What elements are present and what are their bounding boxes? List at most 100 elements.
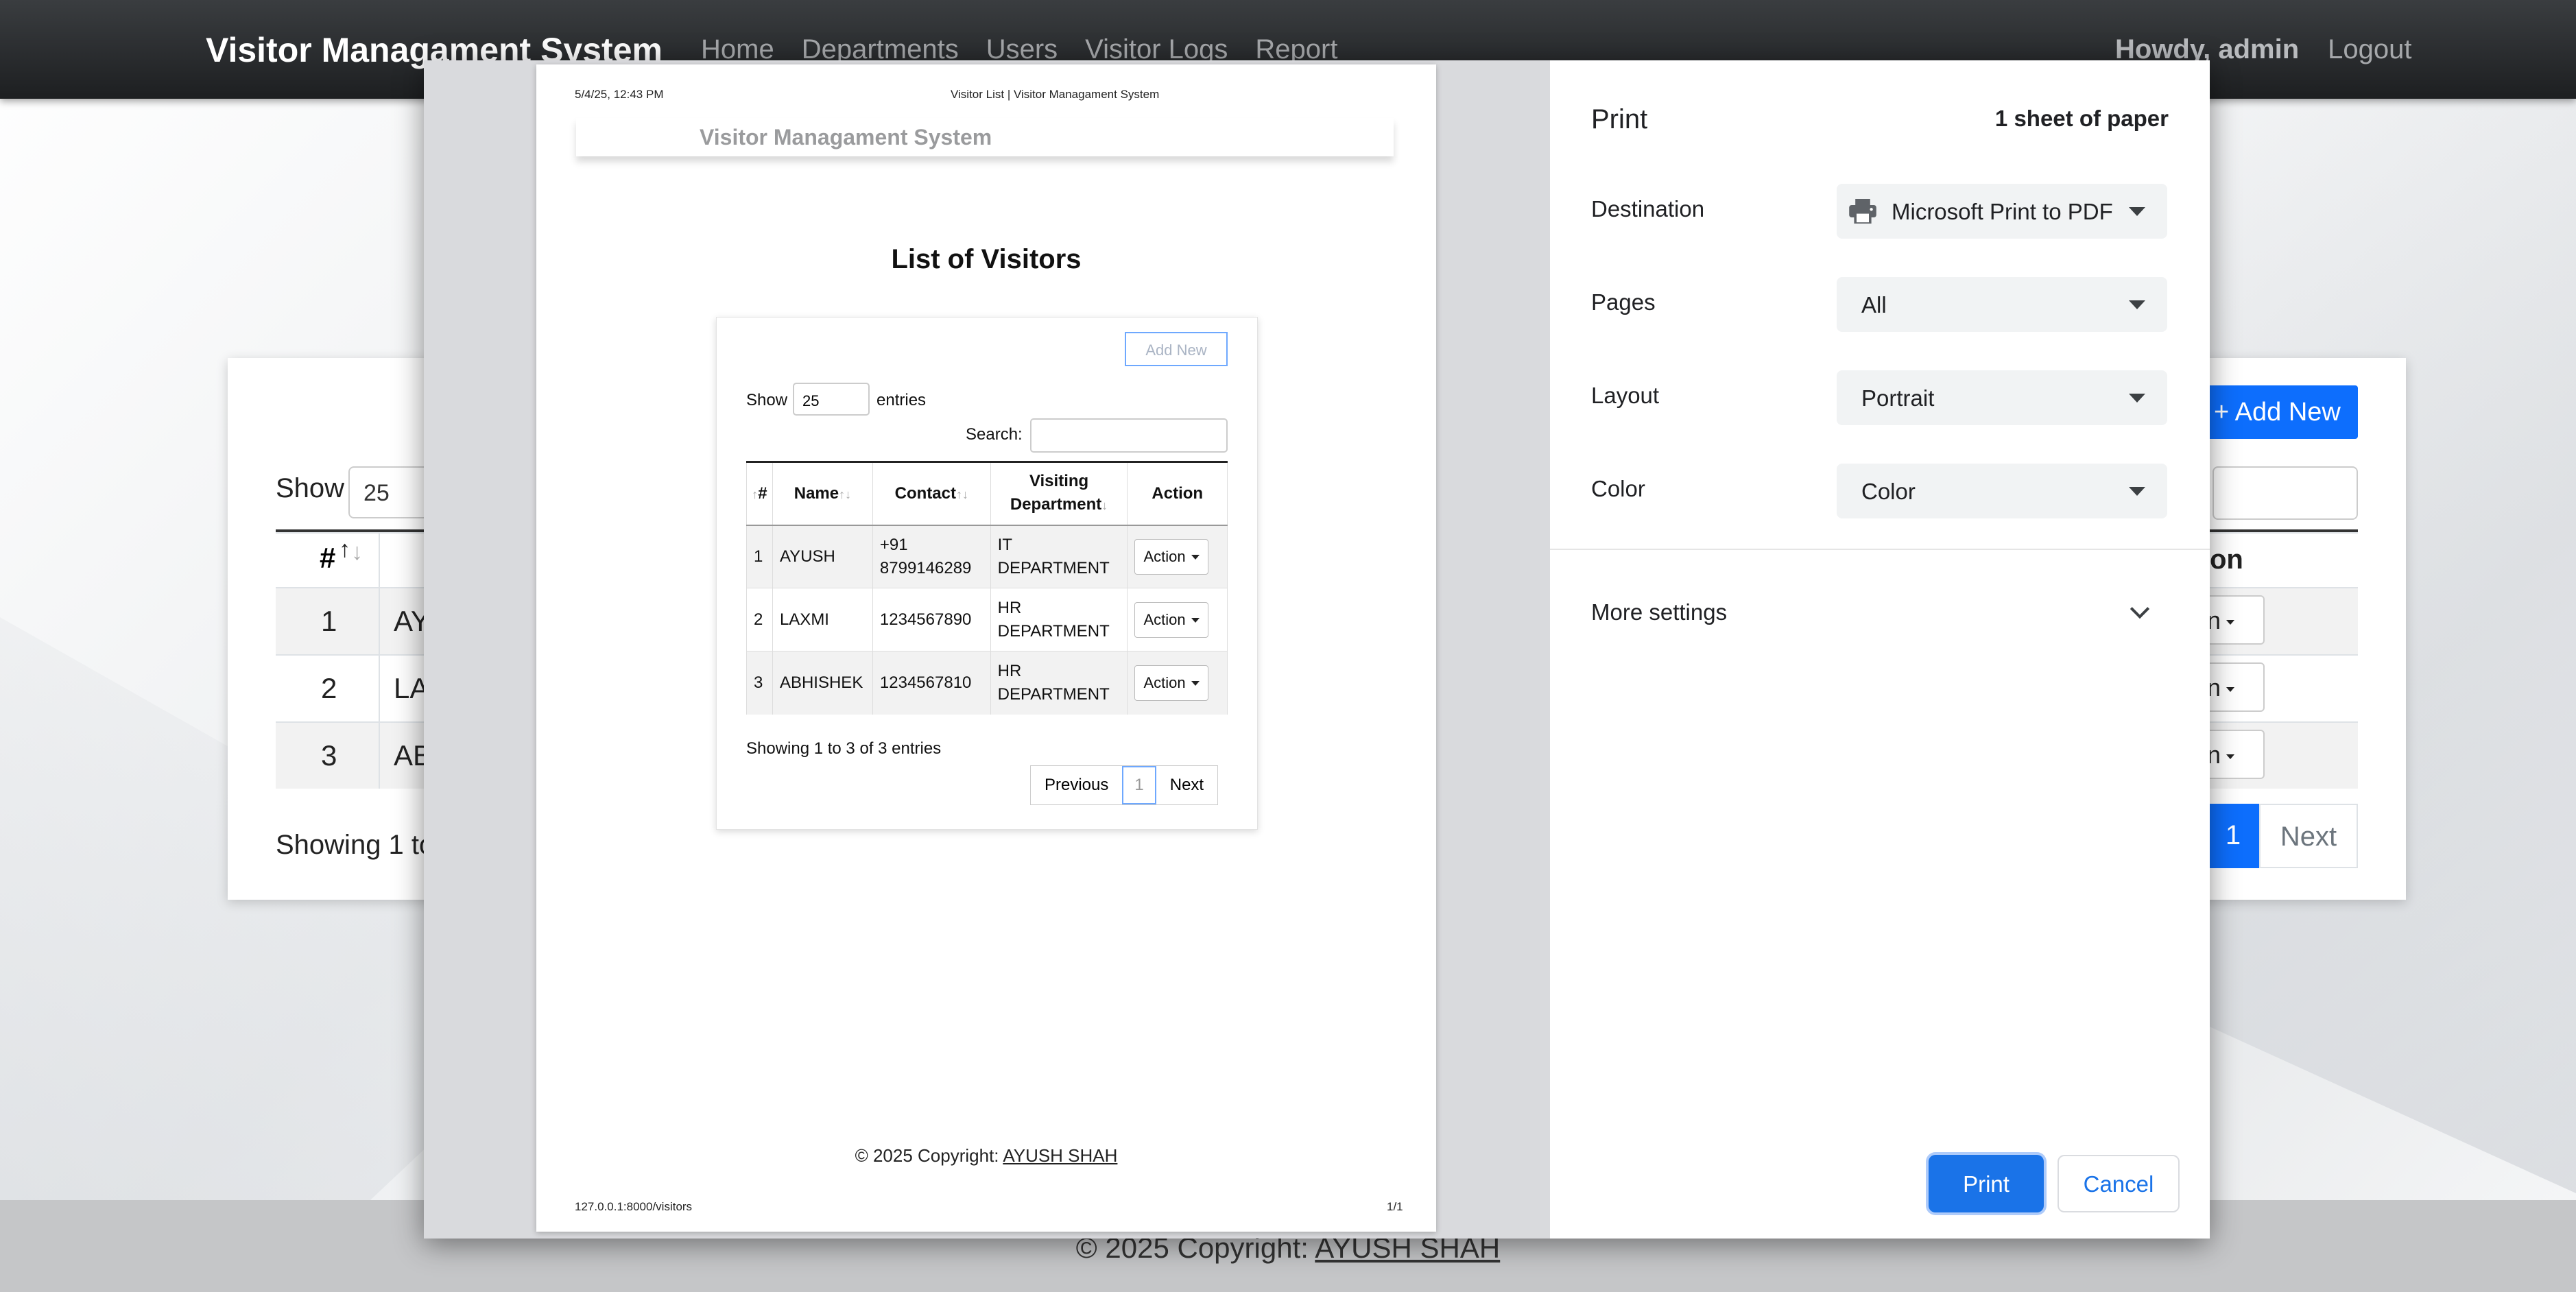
cell-name: LAXMI: [772, 588, 873, 651]
pagination-next[interactable]: Next: [2259, 804, 2358, 868]
preview-add-new-button: Add New: [1125, 332, 1228, 366]
table-header-row: ↑# Name↑↓ Contact↑↓ Visiting Department↓…: [746, 461, 1228, 526]
preview-datetime: 5/4/25, 12:43 PM: [575, 88, 664, 101]
add-new-button[interactable]: + Add New: [2199, 385, 2358, 439]
pages-value: All: [1861, 292, 1887, 318]
print-settings-panel: Print 1 sheet of paper Destination Micro…: [1550, 60, 2210, 1239]
cell-name: ABHISHEK: [772, 651, 873, 715]
more-settings-toggle[interactable]: More settings: [1591, 599, 1727, 625]
caret-down-icon: [1191, 618, 1200, 623]
sheet-count: 1 sheet of paper: [1994, 106, 2169, 131]
column-header: Contact↑↓: [872, 461, 991, 526]
preview-page-previous: Previous: [1045, 776, 1109, 794]
preview-show-label: Show: [746, 391, 788, 409]
color-select[interactable]: Color: [1837, 464, 2167, 518]
table-row: 1 AYUSH +91 8799146289 IT DEPARTMENT Act…: [746, 525, 1228, 588]
logout-link[interactable]: Logout: [2328, 34, 2411, 65]
color-label: Color: [1591, 476, 1645, 501]
column-divider: [379, 532, 380, 789]
caret-down-icon: [2226, 686, 2235, 692]
cell-contact: 1234567810: [872, 651, 991, 715]
column-header-number[interactable]: #: [320, 542, 335, 575]
column-header-action: on: [2210, 545, 2243, 575]
pages-select[interactable]: All: [1837, 277, 2167, 332]
row-number: 1: [321, 605, 337, 637]
cell-contact: +91 8799146289: [872, 525, 991, 588]
cell-department: HR DEPARTMENT: [990, 651, 1128, 715]
column-header: ↑#: [746, 461, 773, 526]
caret-down-icon: [2226, 754, 2235, 759]
dropdown-arrow-icon: [2129, 487, 2145, 496]
sort-icon: ↑↓: [839, 487, 852, 501]
sort-up-icon: ↑: [339, 536, 350, 562]
cell-action: Action: [1127, 588, 1228, 651]
column-header: Name↑↓: [772, 461, 873, 526]
destination-label: Destination: [1591, 196, 1705, 222]
cancel-button[interactable]: Cancel: [2058, 1155, 2180, 1212]
showing-entries-text: Showing 1 to: [276, 830, 435, 860]
preview-entries-label: entries: [876, 391, 927, 409]
preview-page-next: Next: [1169, 776, 1204, 794]
cell-number: 3: [746, 651, 773, 715]
preview-page-count: 1/1: [1387, 1200, 1403, 1213]
preview-search-input: [1030, 418, 1228, 453]
cell-contact: 1234567890: [872, 588, 991, 651]
dropdown-arrow-icon: [2129, 394, 2145, 403]
cell-action: Action: [1127, 651, 1228, 715]
caret-down-icon: [1191, 555, 1200, 560]
sort-icon: ↑↓: [955, 487, 968, 501]
cell-department: HR DEPARTMENT: [990, 588, 1128, 651]
dropdown-arrow-icon: [2129, 207, 2145, 216]
color-value: Color: [1861, 479, 1916, 504]
show-label: Show: [276, 473, 345, 503]
caret-down-icon: [2226, 619, 2235, 625]
dropdown-arrow-icon: [2129, 300, 2145, 309]
column-header: Action: [1127, 461, 1228, 526]
print-button[interactable]: Print: [1929, 1155, 2044, 1212]
cell-name: AYUSH: [772, 525, 873, 588]
print-title: Print: [1591, 104, 1648, 134]
sort-down-icon: ↓: [351, 539, 363, 565]
layout-label: Layout: [1591, 383, 1660, 408]
preview-page-current: 1: [1122, 766, 1156, 804]
preview-url: 127.0.0.1:8000/visitors: [575, 1200, 693, 1213]
preview-search-label: Search:: [966, 425, 1023, 444]
action-button: Action: [1134, 538, 1208, 575]
preview-page-title: Visitor List | Visitor Managament System: [951, 88, 1160, 101]
caret-down-icon: [1191, 681, 1200, 686]
destination-value: Microsoft Print to PDF: [1892, 199, 2113, 224]
settings-divider: [1550, 549, 2210, 550]
preview-entries-select: 25: [793, 383, 870, 416]
cell-department: IT DEPARTMENT: [990, 525, 1128, 588]
preview-footer-link: AYUSH SHAH: [1003, 1145, 1118, 1166]
preview-brand: Visitor Managament System: [700, 125, 992, 149]
print-preview-area: 5/4/25, 12:43 PM Visitor List | Visitor …: [424, 60, 1550, 1239]
chevron-down-icon[interactable]: [2130, 599, 2150, 619]
cell-action: Action: [1127, 525, 1228, 588]
pagination-current[interactable]: 1: [2207, 804, 2259, 868]
column-header: Visiting Department↓: [990, 461, 1128, 526]
search-input[interactable]: [2213, 466, 2358, 520]
cell-number: 2: [746, 588, 773, 651]
preview-footer: © 2025 Copyright: AYUSH SHAH: [855, 1145, 1118, 1166]
row-number: 3: [321, 739, 337, 771]
printer-icon: [1849, 199, 1876, 224]
layout-select[interactable]: Portrait: [1837, 370, 2167, 425]
layout-value: Portrait: [1861, 385, 1935, 411]
preview-heading: List of Visitors: [891, 244, 1082, 274]
sort-icon: ↑: [752, 487, 759, 501]
destination-select[interactable]: Microsoft Print to PDF: [1837, 184, 2167, 239]
action-button: Action: [1134, 665, 1208, 701]
cell-number: 1: [746, 525, 773, 588]
preview-pagination: Previous 1 Next: [1030, 765, 1219, 805]
pages-label: Pages: [1591, 289, 1656, 315]
preview-sheet: 5/4/25, 12:43 PM Visitor List | Visitor …: [536, 64, 1436, 1232]
table-row: 3 ABHISHEK 1234567810 HR DEPARTMENT Acti…: [746, 651, 1228, 715]
row-number: 2: [321, 672, 337, 704]
action-button: Action: [1134, 601, 1208, 638]
preview-showing-text: Showing 1 to 3 of 3 entries: [746, 739, 942, 758]
sort-icon: ↓: [1101, 499, 1108, 513]
print-dialog: 5/4/25, 12:43 PM Visitor List | Visitor …: [424, 60, 2210, 1239]
table-row: 2 LAXMI 1234567890 HR DEPARTMENT Action: [746, 588, 1228, 651]
preview-visitors-table: ↑# Name↑↓ Contact↑↓ Visiting Department↓…: [746, 461, 1228, 715]
